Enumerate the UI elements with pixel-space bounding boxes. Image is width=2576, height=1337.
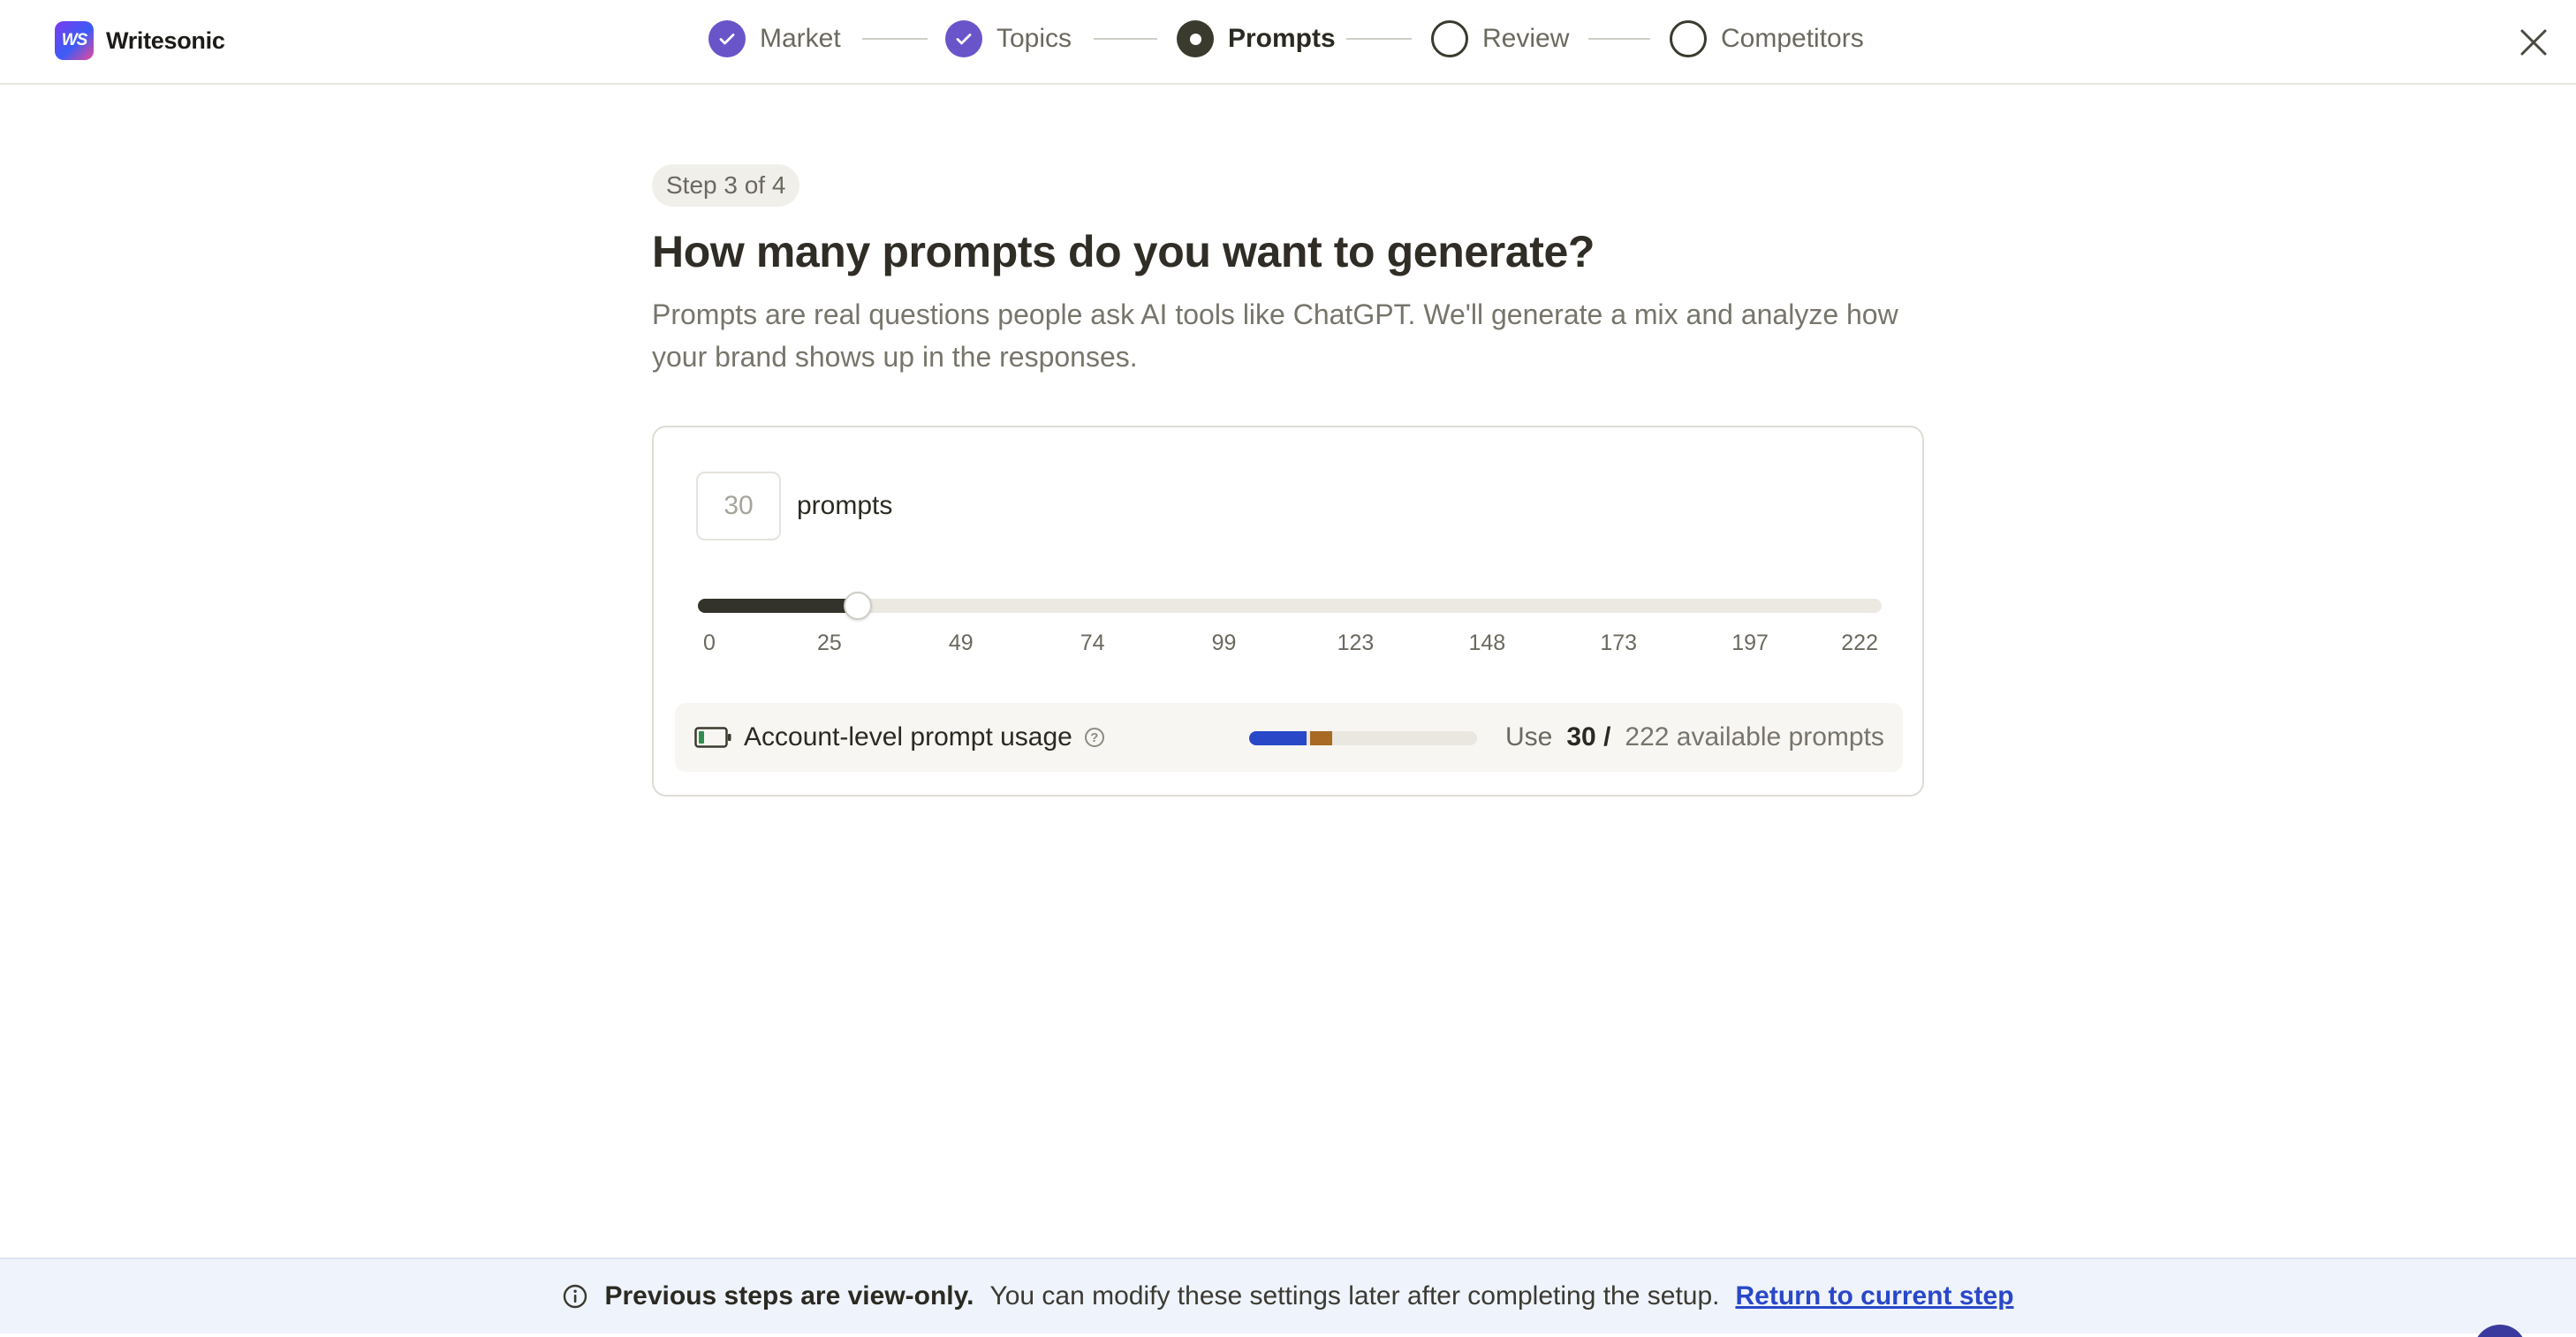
top-bar: WS Writesonic Market Topics Prompts Revi…	[0, 0, 2576, 85]
close-button[interactable]	[2514, 23, 2553, 62]
usage-new-segment	[1309, 731, 1333, 745]
page-title: How many prompts do you want to generate…	[652, 227, 1595, 276]
slider-tick-label: 99	[1211, 631, 1237, 655]
step-badge: Step 3 of 4	[652, 164, 800, 207]
slider-tick-label: 222	[1841, 631, 1878, 655]
close-icon	[2520, 29, 2547, 56]
main-content: Step 3 of 4 How many prompts do you want…	[652, 164, 1924, 378]
usage-label: Account-level prompt usage	[744, 722, 1072, 752]
step-label: Prompts	[1228, 24, 1336, 53]
page-description: Prompts are real questions people ask AI…	[652, 298, 1898, 373]
slider-tick-label: 148	[1468, 631, 1506, 655]
current-step-dot-icon	[1177, 20, 1214, 57]
slider-tick-label: 74	[1080, 631, 1105, 655]
account-usage-panel: Account-level prompt usage ? Use 30 / 22…	[675, 703, 1903, 772]
info-icon	[562, 1283, 588, 1310]
prompt-count-row: prompts	[696, 472, 892, 540]
step-label: Topics	[996, 24, 1072, 53]
prompt-count-input[interactable]	[696, 472, 781, 540]
slider-tick-label: 0	[703, 631, 716, 655]
battery-icon	[694, 727, 731, 748]
usage-summary: Use 30 / 222 available prompts	[1505, 703, 1903, 772]
stepper-connector	[862, 38, 928, 40]
stepper-connector	[1588, 38, 1650, 40]
setup-stepper: Market Topics Prompts Review Competitors	[0, 0, 2576, 83]
usage-use-value: 30 /	[1566, 722, 1611, 752]
usage-used-segment	[1249, 731, 1307, 745]
step-label: Competitors	[1721, 24, 1864, 53]
step-label: Review	[1482, 24, 1570, 53]
stepper-connector	[1094, 38, 1157, 40]
slider-tick-label: 25	[816, 631, 842, 655]
slider-tick-label: 123	[1337, 631, 1375, 655]
help-icon[interactable]: ?	[1084, 728, 1104, 747]
prompt-count-unit: prompts	[797, 491, 893, 520]
slider-fill	[698, 599, 859, 613]
usage-available: 222 available prompts	[1625, 722, 1884, 752]
step-topics[interactable]: Topics	[945, 19, 1072, 58]
banner-title: Previous steps are view-only.	[604, 1281, 974, 1311]
stepper-connector	[1346, 38, 1412, 40]
check-icon	[945, 20, 982, 57]
empty-circle-icon	[1431, 20, 1468, 57]
usage-label-group: Account-level prompt usage ?	[694, 703, 1104, 772]
prompt-count-slider[interactable]	[698, 586, 1882, 625]
slider-thumb[interactable]	[844, 592, 873, 620]
prompt-count-card: prompts 0 25 49 74 99 123 148 173 197 222 Account…	[652, 426, 1924, 797]
step-review[interactable]: Review	[1431, 19, 1569, 58]
step-label: Market	[760, 24, 841, 53]
slider-tick-label: 49	[948, 631, 974, 655]
check-icon	[708, 20, 746, 57]
view-only-banner: Previous steps are view-only. You can mo…	[0, 1258, 2576, 1333]
return-to-current-step-link[interactable]: Return to current step	[1735, 1281, 2013, 1311]
slider-tick-label: 197	[1731, 631, 1769, 655]
empty-circle-icon	[1670, 20, 1707, 57]
step-prompts[interactable]: Prompts	[1177, 19, 1336, 58]
step-competitors[interactable]: Competitors	[1670, 19, 1864, 58]
slider-tick-label: 173	[1600, 631, 1638, 655]
usage-progress-bar	[1249, 731, 1477, 745]
banner-text: You can modify these settings later afte…	[989, 1281, 1720, 1311]
slider-track[interactable]	[698, 599, 1882, 613]
usage-use-word: Use	[1505, 722, 1553, 752]
step-market[interactable]: Market	[708, 19, 841, 58]
slider-ticks: 0 25 49 74 99 123 148 173 197 222	[698, 631, 1882, 666]
